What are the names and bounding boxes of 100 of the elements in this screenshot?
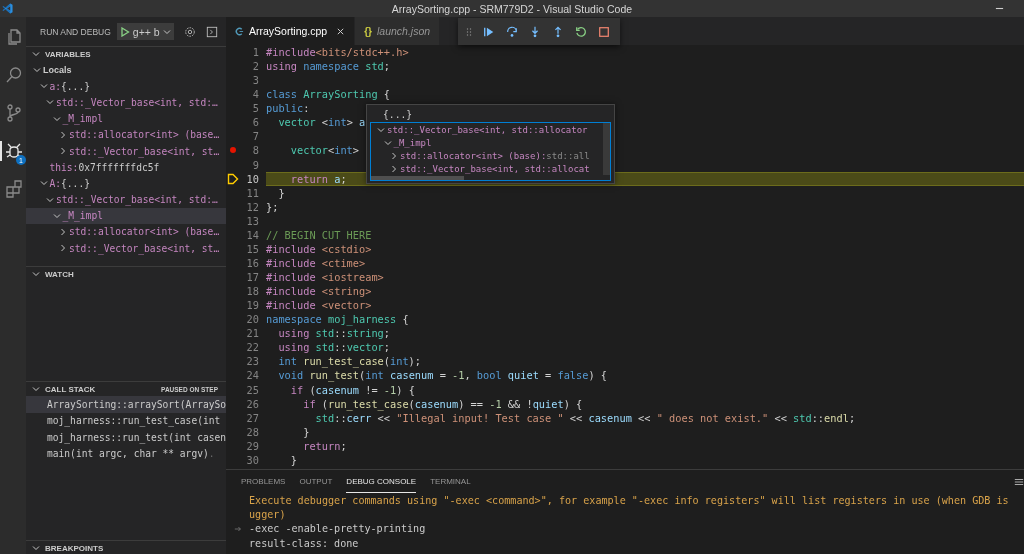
- line-number: 14: [245, 228, 259, 241]
- variable-row[interactable]: std::_Vector_base<int, std:…: [26, 94, 226, 111]
- hover-header: {...}: [382, 108, 414, 122]
- hover-tree-row[interactable]: std::_Vector_base<int, std::allocator: [371, 123, 603, 137]
- grip-icon[interactable]: [466, 26, 472, 37]
- stack-frame[interactable]: ArraySorting::arraySort(ArraySo: [26, 396, 226, 413]
- line-number: 3: [251, 74, 259, 87]
- line-number: 29: [245, 439, 259, 452]
- console-line: result-class: done: [249, 537, 359, 549]
- line-number: 6: [251, 116, 259, 129]
- code-line: }: [277, 186, 285, 199]
- code-line: using std::vector;: [277, 341, 391, 354]
- line-number: 20: [245, 313, 259, 326]
- editor-tab[interactable]: ArraySorting.cpp: [226, 17, 356, 45]
- hover-tree-row[interactable]: _M_impl: [371, 136, 603, 150]
- scrollbar[interactable]: [603, 123, 610, 175]
- chevron-down-icon[interactable]: [32, 544, 40, 552]
- line-number: 10: [245, 172, 259, 185]
- console-line: Execute debugger commands using "-exec <command>", for example "-exec info registers" will list registers in use (when GDB is: [249, 494, 1009, 506]
- chevron-down-icon[interactable]: [32, 270, 40, 278]
- code-line: }: [289, 453, 297, 466]
- cpp-file-icon: [235, 26, 244, 36]
- code-line: }: [302, 425, 310, 438]
- code-line: #include <string>: [266, 285, 372, 298]
- play-icon[interactable]: [119, 26, 130, 37]
- arrow-icon: [233, 524, 242, 533]
- editor-tab[interactable]: {} launch.json: [355, 17, 441, 45]
- line-number: 27: [245, 411, 259, 424]
- line-number: 19: [245, 299, 259, 312]
- variable-row[interactable]: std::_Vector_base<int, st…: [26, 142, 226, 160]
- scrollbar[interactable]: [371, 176, 464, 181]
- code-line: vector <int> a: [277, 116, 366, 129]
- line-number: 21: [245, 327, 259, 340]
- variable-row[interactable]: std::allocator<int> (base…: [26, 126, 226, 143]
- panel-tab[interactable]: OUTPUT: [299, 470, 333, 493]
- continue-icon[interactable]: [483, 25, 495, 38]
- code-line: };: [266, 200, 279, 213]
- launch-config-dropdown[interactable]: g++ b: [116, 23, 174, 40]
- line-number: 30: [245, 453, 259, 466]
- hover-tree-row[interactable]: std::allocator<int> (base):std::all: [371, 149, 603, 163]
- variable-row[interactable]: std::_Vector_base<int, st…: [26, 240, 226, 257]
- variable-row[interactable]: std::_Vector_base<int, std:…: [26, 191, 226, 208]
- code-line: #include <cstdio>: [266, 242, 372, 255]
- variable-row[interactable]: Locals: [26, 62, 226, 79]
- code-line: void run_test(int casenum = -1, bool quiet = false) {: [277, 369, 608, 382]
- code-line: std::cerr << "Illegal input! Test case " << casenum << " does not exist." << std::endl;: [314, 411, 856, 424]
- variable-row[interactable]: _M_impl: [26, 110, 226, 127]
- line-number: 1: [251, 46, 259, 59]
- stack-frame[interactable]: moj_harness::run_test_case(int: [26, 412, 226, 429]
- code-line: namespace moj_harness {: [266, 313, 409, 326]
- line-number: 18: [245, 285, 259, 298]
- stack-frame[interactable]: moj_harness::run_test(int casen: [26, 429, 226, 446]
- line-number: 4: [251, 88, 259, 101]
- chevron-down-icon[interactable]: [32, 385, 40, 393]
- section-header[interactable]: BREAKPOINTS: [26, 540, 226, 554]
- code-line: using std::string;: [277, 327, 391, 340]
- line-number: 25: [245, 383, 259, 396]
- step-over-icon[interactable]: [506, 25, 518, 38]
- settings-icon[interactable]: [183, 25, 196, 38]
- stack-frame[interactable]: main(int argc, char ** argv).: [26, 445, 226, 462]
- restart-icon[interactable]: [575, 25, 587, 38]
- step-into-icon[interactable]: [529, 25, 541, 38]
- code-line: return;: [302, 439, 347, 452]
- line-number: 16: [245, 256, 259, 269]
- console-line: -exec -enable-pretty-printing: [249, 523, 426, 535]
- code-line: class ArraySorting {: [266, 88, 390, 101]
- variable-row[interactable]: this:0x7fffffffdc5f: [26, 159, 226, 176]
- hover-tree-row[interactable]: std::_Vector_base<int, std::allocat: [371, 162, 603, 177]
- panel-tab[interactable]: DEBUG CONSOLE: [346, 470, 417, 493]
- list-icon[interactable]: [1014, 476, 1024, 487]
- step-out-icon[interactable]: [552, 25, 564, 38]
- variable-row[interactable]: _M_impl: [26, 207, 226, 224]
- variable-row[interactable]: a:{...}: [26, 78, 226, 95]
- line-number: 7: [251, 130, 259, 143]
- braces-icon: {}: [364, 25, 372, 37]
- line-number: 17: [245, 271, 259, 284]
- line-number: 15: [245, 242, 259, 255]
- panel-tab[interactable]: TERMINAL: [430, 470, 471, 493]
- line-number: 12: [245, 200, 259, 213]
- panel-tab[interactable]: PROBLEMS: [241, 470, 286, 493]
- close-icon[interactable]: [336, 26, 346, 36]
- variable-row[interactable]: A:{...}: [26, 175, 226, 192]
- code-line: using namespace std;: [266, 60, 390, 73]
- line-number: 26: [245, 397, 259, 410]
- console-line: ugger): [249, 508, 286, 520]
- code-line: #include<bits/stdc++.h>: [266, 46, 409, 59]
- app-logo-icon: [2, 3, 13, 14]
- code-line: #include <iostream>: [266, 271, 384, 284]
- line-number: 24: [245, 369, 259, 382]
- breakpoint-icon[interactable]: [228, 145, 238, 156]
- sidebar-title: RUN AND DEBUG: [40, 26, 111, 37]
- chevron-down-icon[interactable]: [162, 27, 171, 36]
- line-number: 13: [245, 214, 259, 227]
- terminal-icon[interactable]: [205, 25, 218, 38]
- stop-icon[interactable]: [598, 25, 610, 38]
- variable-row[interactable]: std::allocator<int> (base…: [26, 223, 226, 241]
- line-number: 5: [251, 102, 259, 115]
- code-line: public:: [266, 102, 310, 115]
- code-line: #include <vector>: [266, 299, 372, 312]
- line-number: 9: [251, 158, 259, 171]
